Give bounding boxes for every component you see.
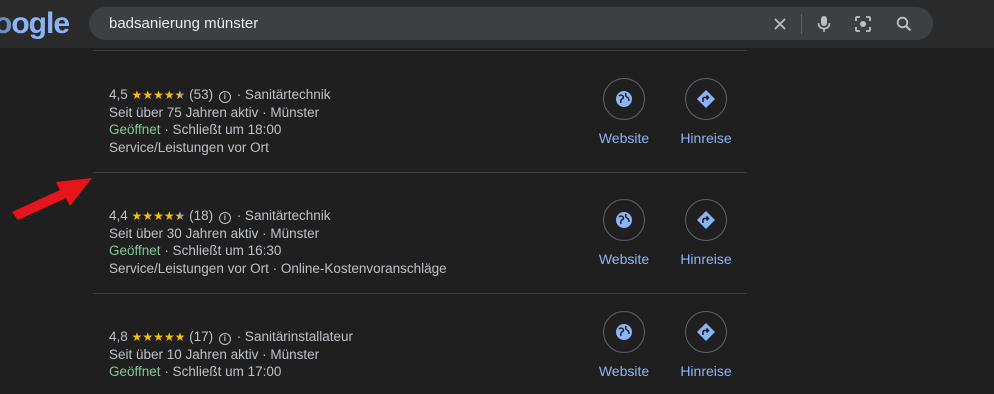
website-button[interactable]: Website [589,78,659,146]
review-count: (18) [189,208,214,223]
open-status: Geöffnet [109,122,161,137]
directions-icon-circle [685,311,727,353]
closing-time: · Schließt um 17:00 [164,364,282,379]
search-input[interactable] [109,7,709,40]
rating-value: 4,5 [109,87,128,102]
star-rating: ★★★★★ [132,330,186,344]
directions-icon [697,90,715,108]
rating-value: 4,8 [109,329,128,344]
website-label: Website [598,130,650,146]
info-icon[interactable]: i [218,333,231,345]
star-icon: ★ [131,88,143,102]
close-icon[interactable] [769,13,791,35]
top-bar: oogle [0,0,994,48]
globe-icon [616,212,632,228]
website-button[interactable]: Website [589,199,659,267]
microphone-icon[interactable] [813,13,835,35]
category: · Sanitärtechnik [236,208,331,223]
hours-line: Geöffnet · Schließt um 18:00 [109,121,579,139]
list-item[interactable]: 4,5 ★★★★★ (53) i · Sanitärtechnik Seit ü… [109,86,579,156]
review-count: (53) [189,87,214,102]
search-icon[interactable] [893,13,915,35]
annotation-arrow-icon [12,178,92,220]
website-label: Website [598,363,650,379]
list-item[interactable]: 4,4 ★★★★★ (18) i · Sanitärtechnik Seit ü… [109,207,579,277]
divider [93,172,747,173]
website-button[interactable]: Website [589,311,659,379]
star-rating: ★★★★★ [131,87,186,105]
category: · Sanitärtechnik [236,87,331,102]
star-icon: ★ [163,330,175,344]
website-label: Website [598,251,650,267]
website-icon-circle [603,311,645,353]
years-active: Seit über 30 Jahren aktiv · Münster [109,225,320,241]
list-item[interactable]: 4,8 ★★★★★ (17) i · Sanitärinstallateur S… [109,328,579,381]
globe-icon [616,324,632,340]
directions-label: Hinreise [680,251,732,267]
category: · Sanitärinstallateur [236,329,353,344]
divider [93,293,747,294]
half-star-icon: ★ [175,87,186,105]
divider [93,50,747,51]
lens-icon[interactable] [852,13,874,35]
info-icon[interactable]: i [218,212,231,224]
info-icon[interactable]: i [218,91,231,103]
directions-icon-circle [685,199,727,241]
globe-icon [616,91,632,107]
hours-line: Geöffnet · Schließt um 16:30 [109,242,579,260]
open-status: Geöffnet [109,364,161,379]
years-active: Seit über 10 Jahren aktiv · Münster [109,346,320,362]
search-bar [89,7,933,40]
website-icon-circle [603,199,645,241]
half-star-icon: ★ [175,208,186,226]
directions-icon [697,323,715,341]
star-icon: ★ [131,209,143,223]
rating-line: 4,5 ★★★★★ (53) i · Sanitärtechnik [109,86,579,104]
rating-line: 4,4 ★★★★★ (18) i · Sanitärtechnik [109,207,579,225]
search-divider [801,14,802,34]
directions-button[interactable]: Hinreise [671,311,741,379]
rating-line: 4,8 ★★★★★ (17) i · Sanitärinstallateur [109,328,579,346]
directions-icon-circle [685,78,727,120]
review-count: (17) [189,329,214,344]
star-icon: ★ [142,330,154,344]
star-rating: ★★★★★ [131,208,186,226]
star-icon: ★ [174,330,186,344]
website-icon-circle [603,78,645,120]
service-options: Service/Leistungen vor Ort [109,139,269,155]
directions-label: Hinreise [680,363,732,379]
star-icon: ★ [153,209,164,223]
hours-line: Geöffnet · Schließt um 17:00 [109,363,579,381]
open-status: Geöffnet [109,243,161,258]
directions-button[interactable]: Hinreise [671,78,741,146]
closing-time: · Schließt um 16:30 [164,243,282,258]
star-icon: ★ [163,209,175,223]
star-icon: ★ [142,209,154,223]
directions-icon [697,211,715,229]
rating-value: 4,4 [109,208,128,223]
directions-button[interactable]: Hinreise [671,199,741,267]
service-options: Service/Leistungen vor Ort · Online-Kost… [109,260,447,276]
google-logo[interactable]: oogle [0,6,70,42]
years-active: Seit über 75 Jahren aktiv · Münster [109,104,320,120]
directions-label: Hinreise [680,130,732,146]
star-icon: ★ [153,88,164,102]
star-icon: ★ [131,330,143,344]
star-icon: ★ [163,88,175,102]
closing-time: · Schließt um 18:00 [164,122,282,137]
star-icon: ★ [142,88,154,102]
star-icon: ★ [153,330,164,344]
